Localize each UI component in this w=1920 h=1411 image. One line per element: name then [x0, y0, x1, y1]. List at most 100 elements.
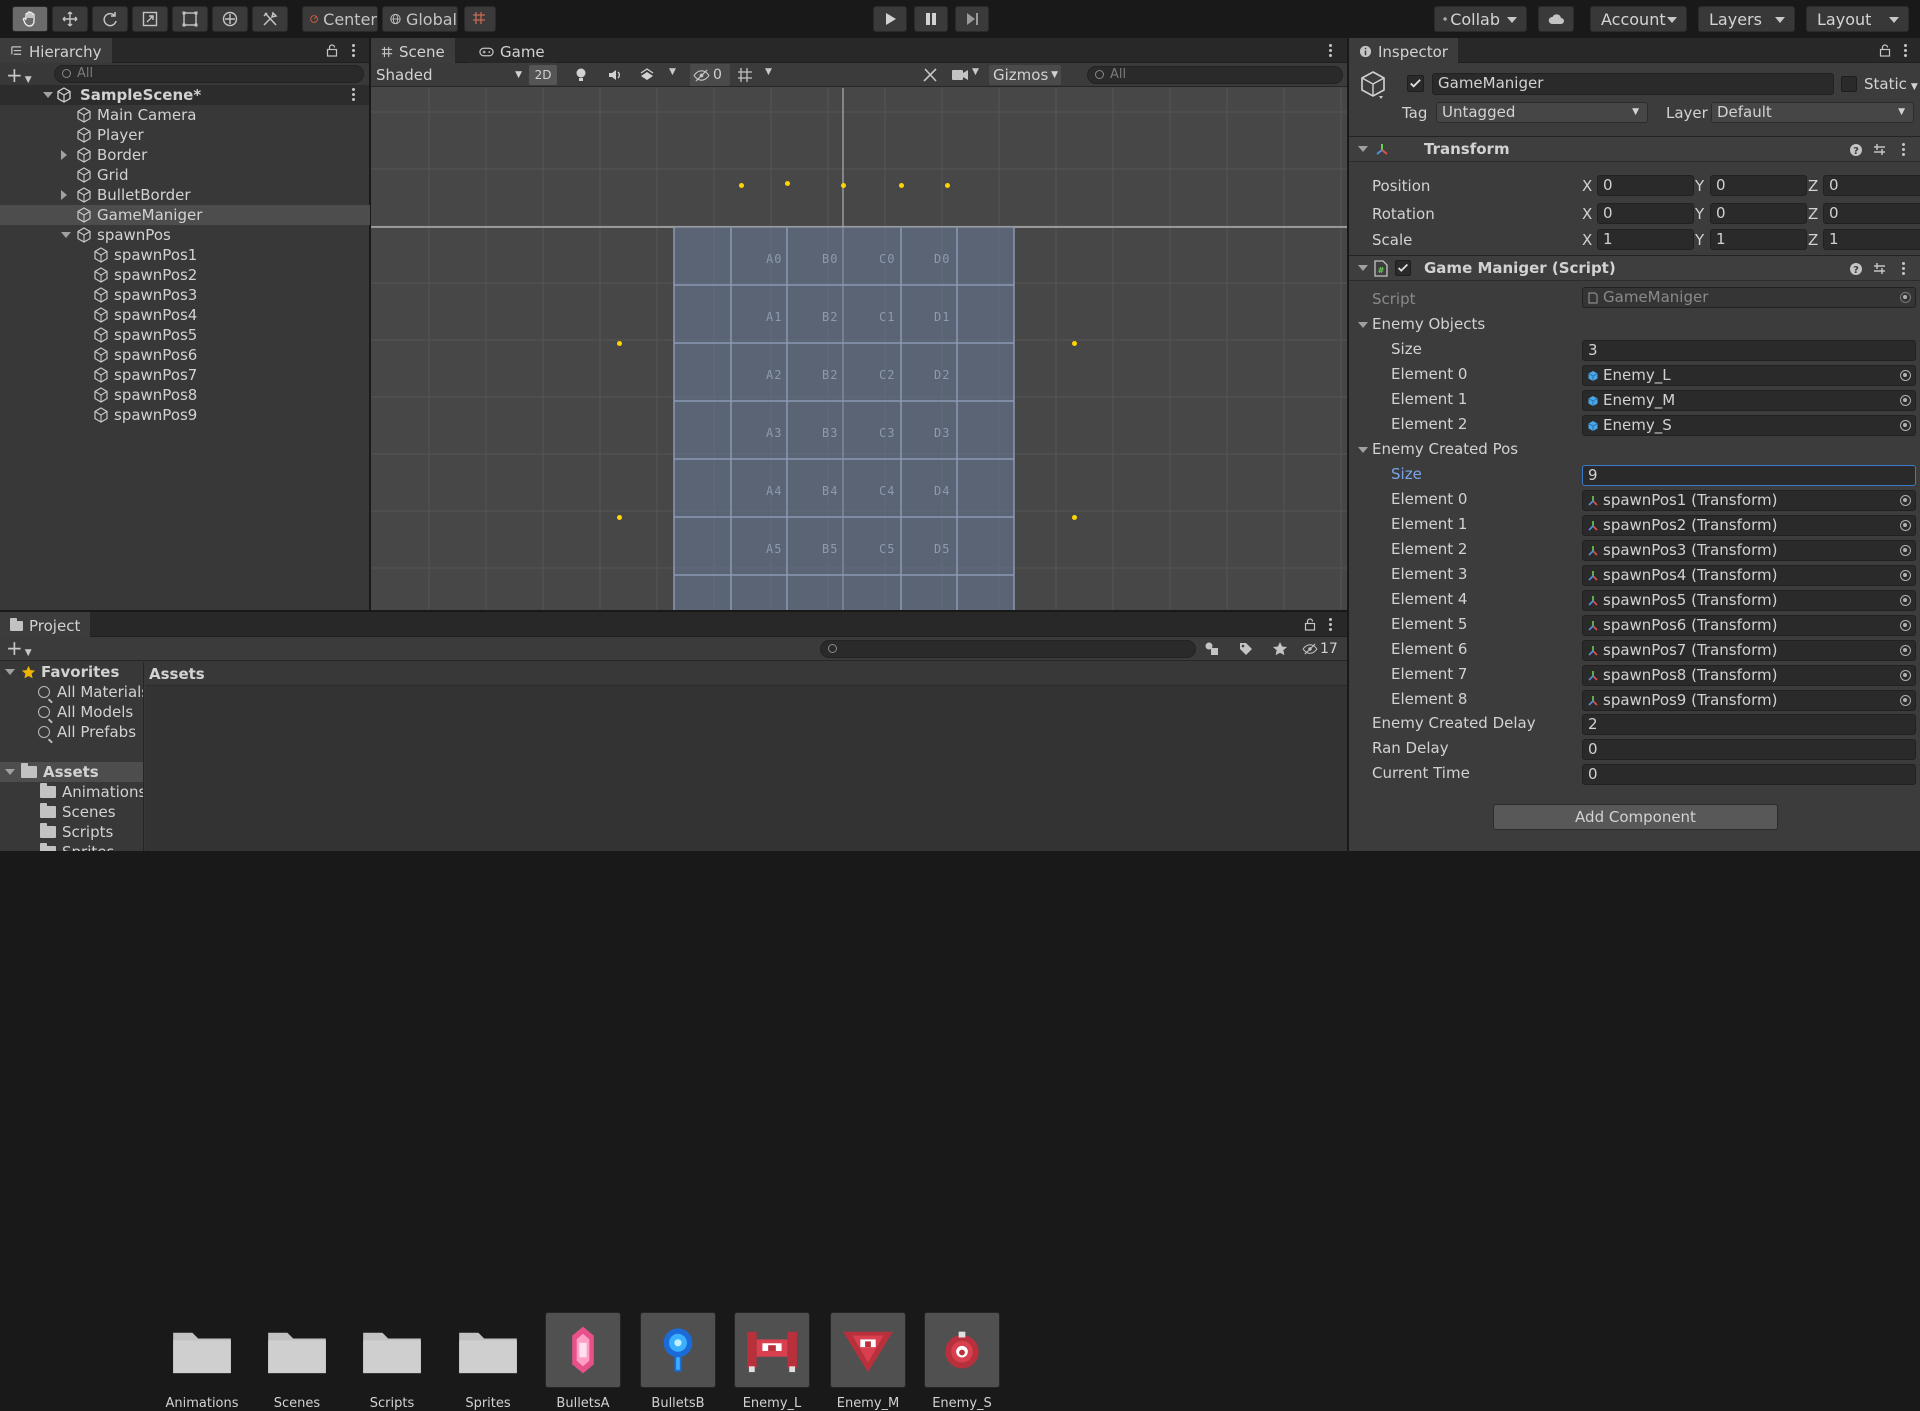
- tab-project[interactable]: Project: [0, 612, 91, 637]
- enemy-object-element-field[interactable]: Enemy_L: [1582, 365, 1916, 386]
- static-dropdown[interactable]: Static ▼: [1864, 75, 1918, 93]
- transform-scale-field[interactable]: 1: [1597, 229, 1694, 250]
- axis-label[interactable]: X: [1582, 177, 1592, 195]
- axis-label[interactable]: X: [1582, 205, 1592, 223]
- axis-label[interactable]: Y: [1695, 231, 1704, 249]
- asset-folder-item[interactable]: Animations: [40, 782, 143, 802]
- expand-arrow-icon[interactable]: [61, 232, 71, 238]
- project-search-input[interactable]: [820, 640, 1196, 658]
- layers-dropdown[interactable]: Layers: [1698, 6, 1795, 32]
- enemy-object-element-field[interactable]: Enemy_M: [1582, 390, 1916, 411]
- expand-arrow-icon[interactable]: [5, 669, 15, 675]
- object-picker-icon[interactable]: [1900, 420, 1911, 431]
- camera-dropdown-icon[interactable]: ▼: [972, 67, 979, 77]
- expand-arrow-icon[interactable]: [43, 92, 53, 98]
- transform-position-field[interactable]: 0: [1823, 175, 1920, 196]
- enemy-created-pos-element-field[interactable]: spawnPos4 (Transform): [1582, 565, 1916, 586]
- scene-panel-menu-icon[interactable]: [1329, 44, 1333, 58]
- expand-arrow-icon[interactable]: [61, 190, 67, 200]
- object-picker-icon[interactable]: [1900, 545, 1911, 556]
- enemy-created-pos-element-field[interactable]: spawnPos1 (Transform): [1582, 490, 1916, 511]
- pause-button[interactable]: [914, 6, 948, 32]
- foldout-arrow-icon[interactable]: [1358, 322, 1368, 328]
- pivot-toggle[interactable]: Center: [302, 6, 378, 32]
- hierarchy-search-input[interactable]: All: [54, 65, 364, 83]
- enemy-created-pos-element-field[interactable]: spawnPos5 (Transform): [1582, 590, 1916, 611]
- component-enabled-checkbox[interactable]: [1395, 260, 1411, 276]
- transform-scale-field[interactable]: 1: [1710, 229, 1807, 250]
- rect-tool-button[interactable]: [172, 6, 208, 32]
- enemy-created-pos-element-field[interactable]: spawnPos9 (Transform): [1582, 690, 1916, 711]
- transform-scale-field[interactable]: 1: [1823, 229, 1920, 250]
- asset-item[interactable]: Animations: [157, 1312, 247, 1411]
- scene-viewport[interactable]: A0 B0 C0 D0 A1 B2 C1 D1 A2 B2 C2 D2 A3 B3 C3 D3 A4 B4 C4 D4…: [371, 88, 1347, 610]
- 2d-mode-toggle[interactable]: 2D: [529, 65, 557, 85]
- enemy-created-delay-field[interactable]: 2: [1582, 714, 1916, 735]
- preset-icon[interactable]: [1872, 142, 1887, 157]
- account-dropdown[interactable]: Account: [1590, 6, 1687, 32]
- enemy-objects-size-field[interactable]: 3: [1582, 340, 1916, 361]
- transform-menu-icon[interactable]: [1902, 143, 1906, 157]
- grid-dropdown-icon[interactable]: ▼: [765, 67, 772, 77]
- hierarchy-item[interactable]: spawnPos2: [0, 265, 370, 285]
- hierarchy-menu-icon[interactable]: [352, 44, 356, 58]
- move-tool-button[interactable]: [52, 6, 88, 32]
- breadcrumb[interactable]: Assets: [149, 665, 205, 683]
- favorite-star-icon[interactable]: [1272, 641, 1288, 657]
- hierarchy-item[interactable]: spawnPos9: [0, 405, 370, 425]
- transform-tool-button[interactable]: [212, 6, 248, 32]
- axis-label[interactable]: Y: [1695, 205, 1704, 223]
- expand-arrow-icon[interactable]: [61, 150, 67, 160]
- object-picker-icon[interactable]: [1900, 695, 1911, 706]
- asset-item[interactable]: Scripts: [347, 1312, 437, 1411]
- script-menu-icon[interactable]: [1902, 262, 1906, 276]
- object-picker-icon[interactable]: [1900, 495, 1911, 506]
- object-picker-icon[interactable]: [1900, 670, 1911, 681]
- asset-item[interactable]: BulletsB: [633, 1312, 723, 1411]
- help-icon[interactable]: ?: [1849, 143, 1863, 157]
- asset-item[interactable]: Enemy_S: [917, 1312, 1007, 1411]
- spawn-point-marker[interactable]: [1072, 341, 1077, 346]
- help-icon[interactable]: ?: [1849, 262, 1863, 276]
- asset-folder-item[interactable]: Scenes: [40, 802, 116, 822]
- current-time-field[interactable]: 0: [1582, 764, 1916, 785]
- object-picker-icon[interactable]: [1900, 395, 1911, 406]
- favorite-item[interactable]: All Models: [38, 702, 133, 722]
- scale-tool-button[interactable]: [132, 6, 168, 32]
- transform-rotation-field[interactable]: 0: [1823, 203, 1920, 224]
- transform-rotation-field[interactable]: 0: [1710, 203, 1807, 224]
- collapse-arrow-icon[interactable]: [1358, 265, 1368, 271]
- enemy-created-pos-size-field[interactable]: 9: [1582, 465, 1916, 486]
- inspector-menu-icon[interactable]: [1904, 44, 1908, 58]
- project-menu-icon[interactable]: [1329, 618, 1333, 632]
- object-picker-icon[interactable]: [1900, 620, 1911, 631]
- hierarchy-item[interactable]: Grid: [0, 165, 370, 185]
- transform-position-field[interactable]: 0: [1597, 175, 1694, 196]
- gameobject-cube-icon[interactable]: [1359, 70, 1387, 100]
- favorite-item[interactable]: All Prefabs: [38, 722, 136, 742]
- hierarchy-item[interactable]: spawnPos4: [0, 305, 370, 325]
- asset-item[interactable]: Scenes: [252, 1312, 342, 1411]
- spawn-point-marker[interactable]: [617, 515, 622, 520]
- object-picker-icon[interactable]: [1900, 520, 1911, 531]
- axis-label[interactable]: Z: [1808, 231, 1818, 249]
- tab-game[interactable]: Game: [469, 38, 555, 63]
- hierarchy-item[interactable]: spawnPos: [0, 225, 370, 245]
- hierarchy-item[interactable]: Border: [0, 145, 370, 165]
- axis-label[interactable]: X: [1582, 231, 1592, 249]
- script-component-header[interactable]: # Game Maniger (Script) ?: [1349, 255, 1920, 281]
- audio-icon[interactable]: [607, 67, 623, 83]
- hierarchy-item[interactable]: Main Camera: [0, 105, 370, 125]
- layer-dropdown[interactable]: Default ▼: [1711, 102, 1914, 123]
- hierarchy-item[interactable]: spawnPos6: [0, 345, 370, 365]
- hierarchy-item[interactable]: spawnPos8: [0, 385, 370, 405]
- object-name-field[interactable]: GameManiger: [1432, 73, 1834, 95]
- play-button[interactable]: [873, 6, 907, 32]
- hierarchy-item[interactable]: spawnPos5: [0, 325, 370, 345]
- step-button[interactable]: [955, 6, 989, 32]
- project-create-button[interactable]: + ▼: [6, 638, 32, 663]
- spawn-point-marker[interactable]: [739, 183, 744, 188]
- hierarchy-item[interactable]: BulletBorder: [0, 185, 370, 205]
- object-picker-icon[interactable]: [1900, 570, 1911, 581]
- assets-folder-header[interactable]: Assets: [0, 762, 143, 782]
